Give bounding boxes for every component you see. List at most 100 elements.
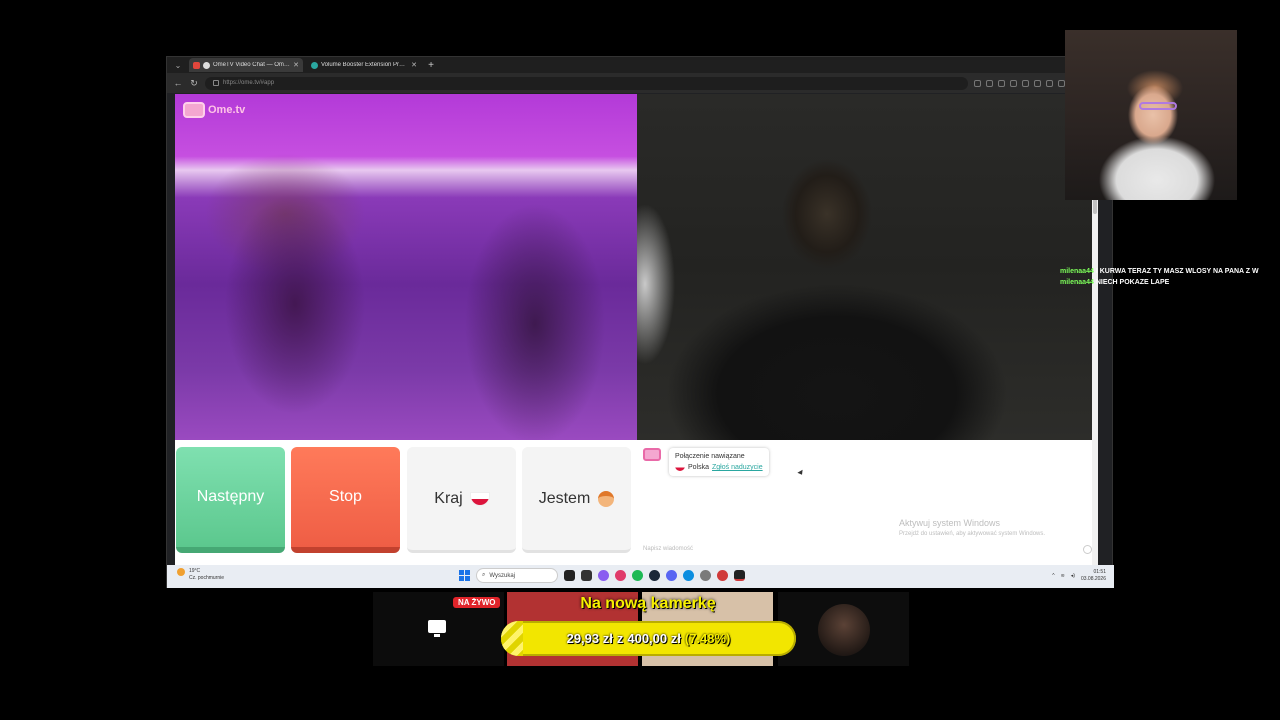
spotify-icon[interactable] (632, 570, 643, 581)
boy-emoji-icon (598, 490, 615, 507)
country-button[interactable]: Kraj (407, 447, 516, 553)
logo-text: Ome.tv (208, 104, 246, 116)
connection-country-row: Polska Zgłoś naduzycie (675, 462, 763, 473)
clock-date: 03.08.2026 (1080, 576, 1106, 582)
system-tray: ^ ≋ ◂) 01:51 03.08.2026 (1052, 569, 1106, 583)
country-name: Polska (688, 464, 710, 471)
tab-title: OmeTV Video Chat — Omegl (213, 62, 291, 68)
split-screen-icon[interactable] (1010, 79, 1017, 87)
network-icon[interactable]: ≋ (1061, 573, 1065, 579)
donation-goal-text: 29,93 zł z 400,00 zł (7.48%) (501, 621, 796, 656)
active-app-icon[interactable] (734, 570, 745, 581)
tab-volume-booster[interactable]: Volume Booster Extension Project ✕ (307, 58, 421, 72)
edge-icon[interactable] (683, 570, 694, 581)
taskbar-search[interactable]: ⌕ Wyszukaj (476, 568, 558, 583)
search-placeholder: Wyszukaj (489, 572, 515, 579)
ometv-logo[interactable]: Ome.tv (183, 102, 245, 118)
address-bar-row: ← ↻ https://ome.tv/#app ⋯ (167, 73, 1112, 93)
streamer-webcam (1065, 30, 1237, 200)
site-info-icon[interactable] (213, 80, 219, 86)
report-abuse-link[interactable]: Zgłoś naduzycie (712, 462, 763, 473)
read-aloud-icon[interactable] (998, 79, 1005, 87)
live-badge: NA ŻYWO (453, 597, 501, 608)
search-icon: ⌕ (482, 572, 486, 578)
tab-bar: ⌄ OmeTV Video Chat — Omegl ✕ Volume Boos… (167, 57, 1112, 73)
country-label: Kraj (434, 489, 463, 507)
favorites-icon[interactable] (1058, 79, 1065, 87)
steam-icon[interactable] (649, 570, 660, 581)
next-button[interactable]: Następny (176, 447, 285, 553)
stream-chat-line: milenaa44 NIECH POKAZE LAPE (1060, 277, 1259, 288)
close-tab-icon[interactable]: ✕ (411, 61, 417, 69)
extensions-icon[interactable] (1046, 79, 1053, 87)
tab-ometv[interactable]: OmeTV Video Chat — Omegl ✕ (189, 58, 303, 72)
tab-title: Volume Booster Extension Project (321, 62, 409, 68)
goal-percent: (7.48%) (684, 631, 731, 646)
windows-activation-watermark: Aktywuj system Windows Przejdź do ustawi… (899, 518, 1045, 537)
back-icon[interactable]: ← (173, 78, 183, 88)
copilot-icon[interactable] (598, 570, 609, 581)
poland-flag-icon (470, 492, 489, 505)
chat-message: I KURWA TERAZ TY MASZ WLOSY NA PANA Z W (1095, 268, 1259, 275)
thumbnail-video[interactable] (778, 592, 909, 666)
translate-icon[interactable] (986, 79, 993, 87)
gender-label: Jestem (538, 489, 591, 507)
chat-username: milenaa44 (1060, 279, 1094, 286)
weather-temp: 19°C (189, 568, 201, 574)
obs-icon[interactable] (717, 570, 728, 581)
ometv-page: Ome.tv Następny Stop Kraj Jestem Połącze… (175, 94, 1098, 581)
goal-connector: z (616, 631, 624, 646)
connection-status: Połączenie nawiązane (675, 453, 745, 460)
favorite-star-icon[interactable] (1034, 79, 1041, 87)
audio-icon[interactable] (203, 61, 210, 69)
new-tab-button[interactable]: + (425, 60, 437, 71)
start-icon[interactable] (459, 570, 470, 581)
emoji-icon[interactable] (1083, 544, 1092, 554)
taskbar-clock[interactable]: 01:51 03.08.2026 (1081, 569, 1106, 583)
chevron-up-icon[interactable]: ^ (1052, 573, 1054, 579)
taskbar-apps: ⌕ Wyszukaj (459, 568, 745, 583)
app-icon[interactable] (615, 570, 626, 581)
stream-chat-line: milenaa44 I KURWA TERAZ TY MASZ WLOSY NA… (1060, 266, 1259, 277)
address-bar[interactable]: https://ome.tv/#app (205, 76, 968, 90)
file-explorer-icon[interactable] (581, 570, 592, 581)
goal-current: 29,93 zł (566, 631, 613, 646)
discord-icon[interactable] (666, 570, 677, 581)
settings-icon[interactable] (700, 570, 711, 581)
stream-scene: ⌄ OmeTV Video Chat — Omegl ✕ Volume Boos… (0, 0, 1280, 720)
clock-time: 01:51 (1093, 569, 1106, 575)
tab-menu-icon[interactable]: ⌄ (171, 59, 185, 71)
donation-goal-title: Na nową kamerkę (580, 595, 716, 612)
monitor-icon (428, 620, 446, 637)
activation-subtitle: Przejdź do ustawień, aby aktywować syste… (899, 531, 1046, 537)
person-thumbnail (818, 604, 870, 656)
glasses-icon (1139, 102, 1177, 110)
poland-flag-icon (675, 464, 685, 471)
chat-panel: Połączenie nawiązane Polska Zgłoś naduzy… (637, 440, 1098, 581)
ometv-avatar-icon (643, 448, 661, 461)
gender-button[interactable]: Jestem (522, 447, 631, 553)
next-label: Następny (196, 488, 265, 505)
stranger-video: Ome.tv (175, 94, 637, 440)
message-input[interactable]: Napisz wiadomość (643, 542, 1092, 556)
tv-logo-icon (183, 102, 205, 118)
close-tab-icon[interactable]: ✕ (293, 61, 299, 69)
browser-window: ⌄ OmeTV Video Chat — Omegl ✕ Volume Boos… (166, 56, 1114, 588)
zoom-icon[interactable] (1022, 79, 1029, 87)
taskview-icon[interactable] (564, 570, 575, 581)
reload-icon[interactable]: ↻ (189, 78, 199, 89)
stop-button[interactable]: Stop (291, 447, 400, 553)
camera-icon[interactable] (974, 79, 981, 87)
windows-taskbar: 19°C Cz. pochmurnie ⌕ Wyszukaj ^ ≋ ◂) 01… (167, 565, 1114, 588)
donation-goal-bar: 29,93 zł z 400,00 zł (7.48%) (501, 621, 796, 656)
weather-widget[interactable]: 19°C Cz. pochmurnie (177, 568, 224, 582)
own-camera-video (637, 94, 1098, 440)
ometv-favicon-icon (193, 61, 200, 69)
volume-icon[interactable]: ◂) (1071, 573, 1075, 579)
chat-username: milenaa44 (1060, 268, 1094, 275)
message-placeholder: Napisz wiadomość (643, 546, 694, 552)
chat-message: NIECH POKAZE LAPE (1095, 279, 1170, 286)
activation-title: Aktywuj system Windows (899, 518, 1001, 528)
goal-target: 400,00 zł (627, 631, 681, 646)
weather-desc: Cz. pochmurnie (189, 575, 225, 581)
